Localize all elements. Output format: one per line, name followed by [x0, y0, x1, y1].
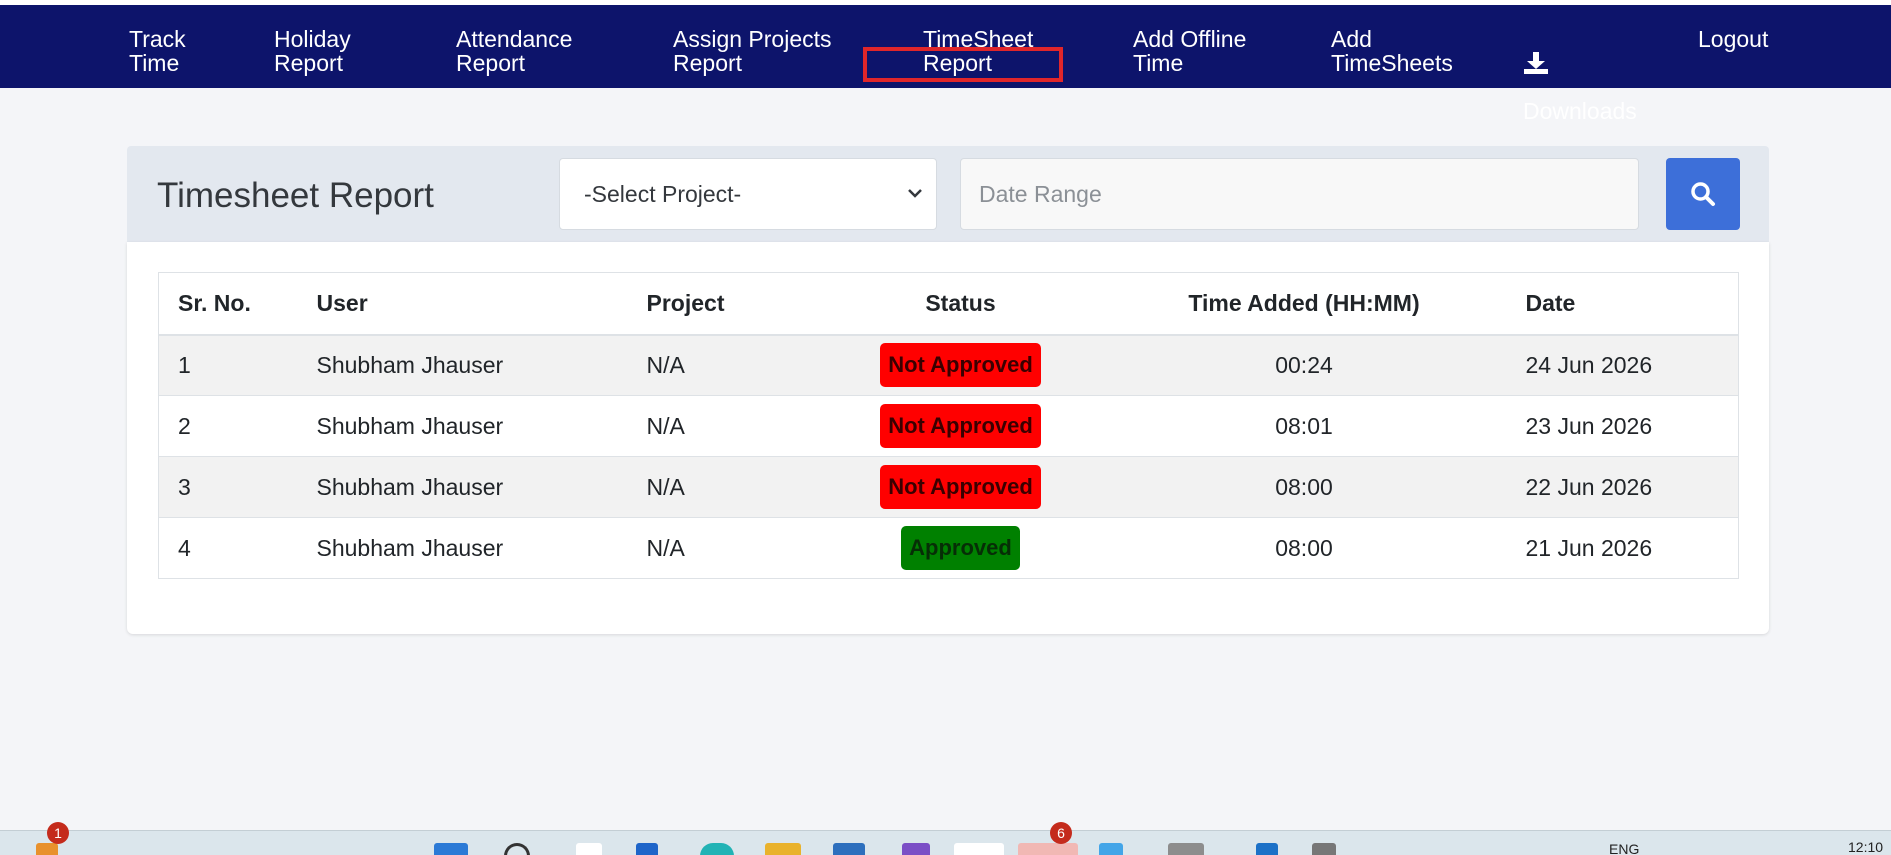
col-header-time: Time Added (HH:MM) — [1082, 272, 1526, 336]
taskview-icon[interactable] — [576, 843, 602, 855]
os-taskbar: 1 6 ENG 12:10 — [0, 822, 1891, 855]
timesheet-table: Sr. No. User Project Status Time Added (… — [158, 272, 1739, 579]
cell-sr: 1 — [158, 334, 317, 396]
cell-sr: 4 — [158, 517, 317, 579]
nav-track-time[interactable]: Track Time — [129, 27, 186, 75]
nav-downloads[interactable]: Downloads — [1523, 27, 1637, 123]
cell-project: N/A — [646, 334, 839, 396]
cell-user: Shubham Jhauser — [316, 517, 647, 579]
cell-project: N/A — [646, 517, 839, 579]
clock[interactable]: 12:10 — [1848, 839, 1883, 855]
table-row: 3 Shubham Jhauser N/A Not Approved 08:00… — [158, 456, 1739, 518]
status-badge: Approved — [901, 526, 1020, 570]
app-icon[interactable] — [1168, 843, 1204, 855]
edge-icon[interactable] — [700, 843, 734, 855]
chrome-profile-icon[interactable] — [954, 843, 1004, 855]
download-icon — [1524, 52, 1548, 74]
cell-status: Approved — [838, 517, 1083, 579]
status-badge: Not Approved — [880, 404, 1041, 448]
widgets-icon[interactable] — [636, 843, 658, 855]
col-header-project: Project — [646, 272, 839, 336]
nav-holiday-report[interactable]: Holiday Report — [274, 27, 351, 75]
col-header-status: Status — [838, 272, 1083, 336]
table-header-row: Sr. No. User Project Status Time Added (… — [158, 272, 1739, 336]
cell-user: Shubham Jhauser — [316, 334, 647, 396]
cell-time: 00:24 — [1082, 334, 1526, 396]
cell-user: Shubham Jhauser — [316, 456, 647, 518]
nav-timesheet-report[interactable]: TimeSheet Report — [923, 27, 1033, 75]
status-badge: Not Approved — [880, 465, 1041, 509]
project-select[interactable]: -Select Project- — [559, 158, 937, 230]
vscode-icon[interactable] — [1256, 843, 1278, 855]
col-header-sr: Sr. No. — [158, 272, 317, 336]
date-range-input[interactable] — [960, 158, 1639, 230]
notification-badge: 6 — [1050, 822, 1072, 844]
cell-project: N/A — [646, 395, 839, 457]
nav-logout[interactable]: Logout — [1698, 27, 1768, 51]
nav-downloads-label: Downloads — [1523, 98, 1637, 124]
table-row: 4 Shubham Jhauser N/A Approved 08:00 21 … — [158, 517, 1739, 579]
page-title: Timesheet Report — [157, 176, 434, 215]
windows-start-icon[interactable] — [434, 843, 468, 855]
search-icon[interactable] — [504, 843, 530, 855]
cell-date: 23 Jun 2026 — [1525, 395, 1739, 457]
teams-icon[interactable] — [1018, 843, 1078, 855]
project-select-value: -Select Project- — [584, 181, 742, 207]
app-icon[interactable] — [1099, 843, 1123, 855]
nav-attendance-report[interactable]: Attendance Report — [456, 27, 572, 75]
nav-assign-projects-report[interactable]: Assign Projects Report — [673, 27, 832, 75]
search-icon — [1691, 182, 1715, 206]
app-icon[interactable] — [902, 843, 930, 855]
status-badge: Not Approved — [880, 343, 1041, 388]
cell-project: N/A — [646, 456, 839, 518]
nav-add-timesheets[interactable]: Add TimeSheets — [1331, 27, 1453, 75]
cell-date: 24 Jun 2026 — [1525, 334, 1739, 396]
cell-time: 08:00 — [1082, 456, 1526, 518]
col-header-date: Date — [1525, 272, 1739, 336]
cell-sr: 2 — [158, 395, 317, 457]
taskbar-app-icon[interactable] — [36, 843, 58, 855]
cell-user: Shubham Jhauser — [316, 395, 647, 457]
outlook-icon[interactable] — [833, 843, 865, 855]
cell-time: 08:01 — [1082, 395, 1526, 457]
cell-date: 21 Jun 2026 — [1525, 517, 1739, 579]
app-icon[interactable] — [1312, 843, 1336, 855]
cell-status: Not Approved — [838, 395, 1083, 457]
language-indicator[interactable]: ENG — [1609, 841, 1639, 855]
chevron-down-icon — [908, 189, 922, 198]
notification-badge: 1 — [47, 822, 69, 844]
cell-status: Not Approved — [838, 334, 1083, 396]
top-navbar: Track Time Holiday Report Attendance Rep… — [0, 5, 1891, 123]
cell-sr: 3 — [158, 456, 317, 518]
table-row: 1 Shubham Jhauser N/A Not Approved 00:24… — [158, 334, 1739, 396]
cell-status: Not Approved — [838, 456, 1083, 518]
nav-add-offline-time[interactable]: Add Offline Time — [1133, 27, 1246, 75]
table-row: 2 Shubham Jhauser N/A Not Approved 08:01… — [158, 395, 1739, 457]
col-header-user: User — [316, 272, 647, 336]
folder-icon[interactable] — [765, 843, 801, 855]
cell-date: 22 Jun 2026 — [1525, 456, 1739, 518]
search-button[interactable] — [1666, 158, 1740, 230]
cell-time: 08:00 — [1082, 517, 1526, 579]
